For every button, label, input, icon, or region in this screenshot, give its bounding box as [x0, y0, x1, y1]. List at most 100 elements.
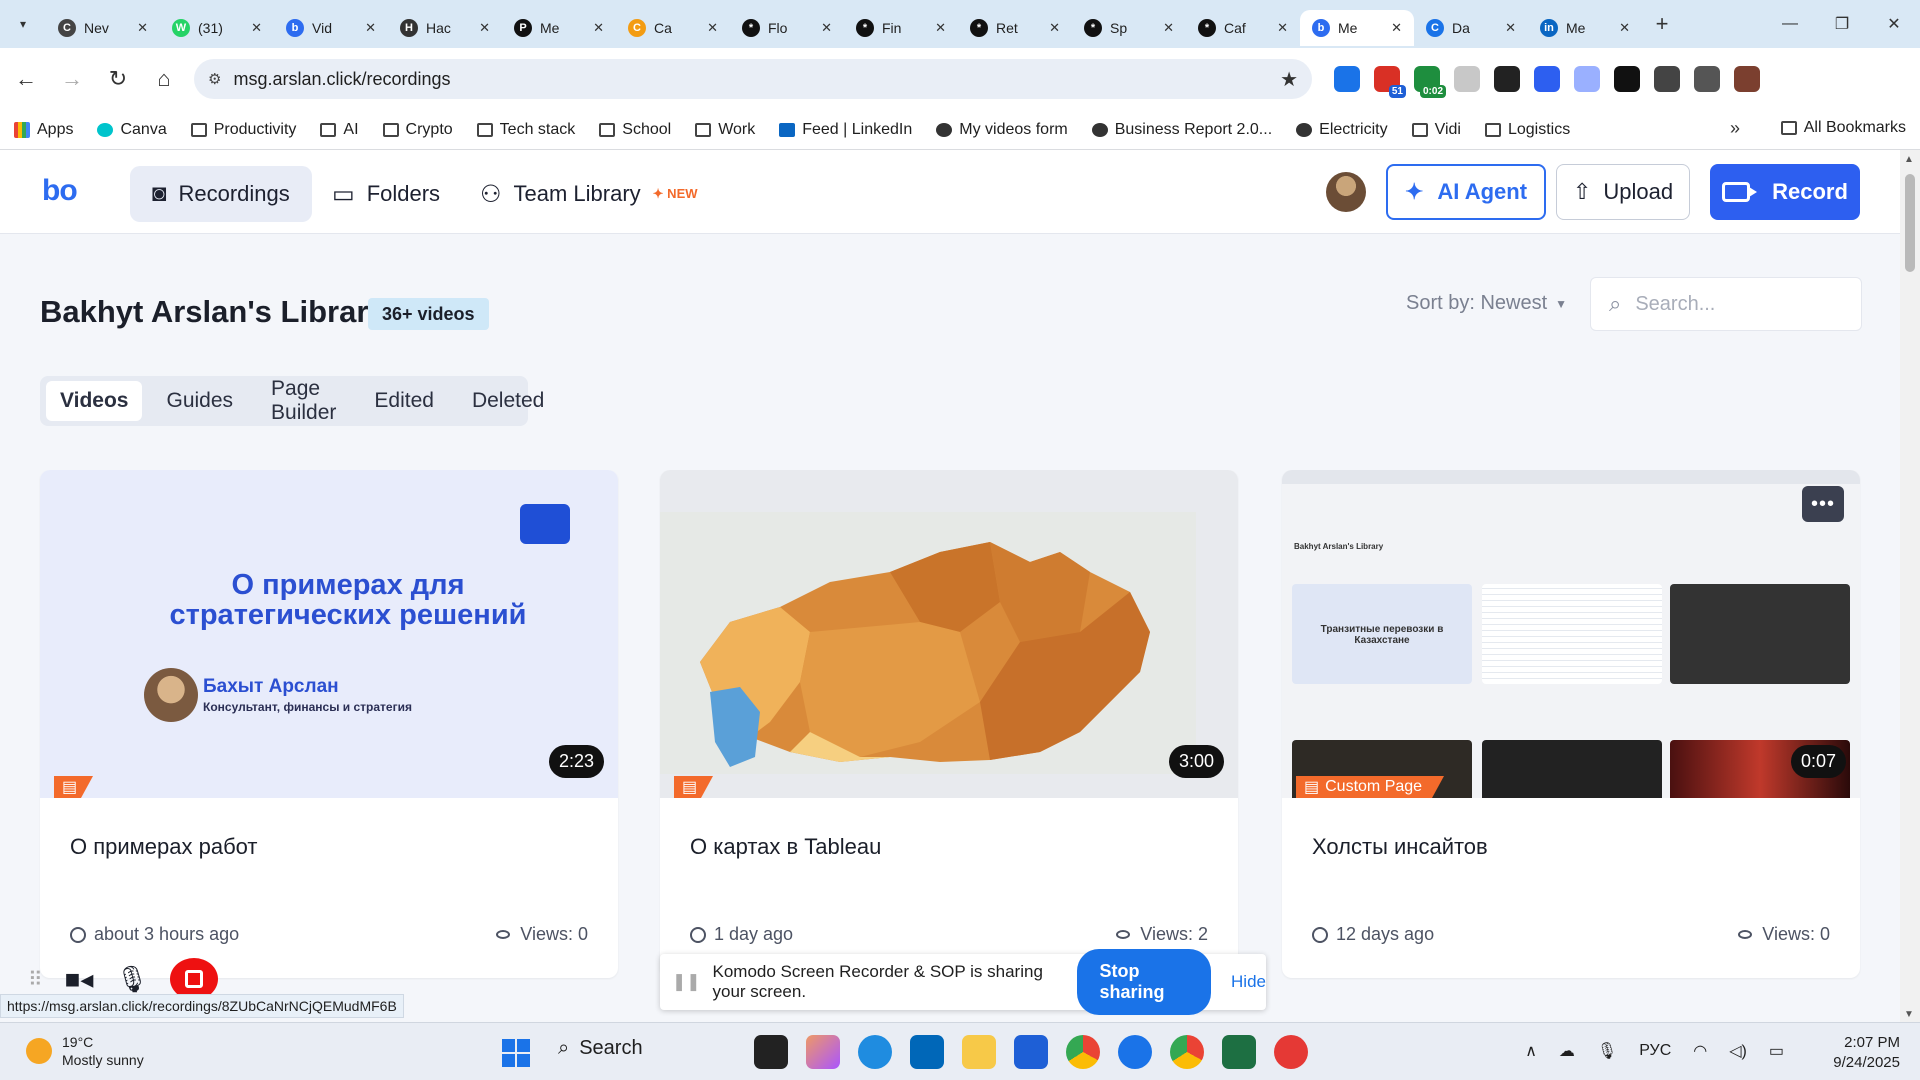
video-title[interactable]: О картах в Tableau: [690, 834, 881, 860]
bookmark-item[interactable]: Logistics: [1484, 121, 1570, 139]
more-options-button[interactable]: •••: [1802, 486, 1844, 522]
address-url[interactable]: msg.arslan.click/recordings: [233, 69, 1268, 90]
forward-icon[interactable]: →: [52, 59, 92, 99]
bookmark-item[interactable]: Work: [695, 121, 755, 139]
scroll-up-icon[interactable]: ▲: [1904, 154, 1914, 165]
tab-close-icon[interactable]: ✕: [251, 20, 262, 36]
microphone-icon[interactable]: 🎙: [115, 964, 148, 995]
browser-tab[interactable]: in Me ✕: [1528, 10, 1642, 46]
microphone-icon[interactable]: 🎙: [1597, 1041, 1617, 1061]
scroll-down-icon[interactable]: ▼: [1904, 1009, 1914, 1020]
video-card[interactable]: О примерах для стратегических решений Ба…: [40, 470, 618, 978]
address-bar[interactable]: ⚙ msg.arslan.click/recordings ★: [194, 59, 1312, 99]
puzzle-icon[interactable]: [1694, 66, 1720, 92]
file-explorer-icon[interactable]: [962, 1035, 996, 1069]
tab-close-icon[interactable]: ✕: [1619, 20, 1630, 36]
taskbar-search[interactable]: ⌕ Search: [558, 1037, 643, 1060]
app-logo[interactable]: bo: [42, 174, 78, 208]
tab-close-icon[interactable]: ✕: [821, 20, 832, 36]
azure-icon[interactable]: [1014, 1035, 1048, 1069]
tab-close-icon[interactable]: ✕: [1163, 20, 1174, 36]
browser-tab[interactable]: P Me ✕: [502, 10, 616, 46]
system-clock[interactable]: 2:07 PM 9/24/2025: [1833, 1033, 1900, 1073]
stop-sharing-button[interactable]: Stop sharing: [1077, 949, 1212, 1015]
start-button[interactable]: [502, 1039, 530, 1067]
reload-icon[interactable]: ↻: [98, 59, 138, 99]
tab-close-icon[interactable]: ✕: [935, 20, 946, 36]
tab-close-icon[interactable]: ✕: [1505, 20, 1516, 36]
browser-tab[interactable]: * Fin ✕: [844, 10, 958, 46]
tab-close-icon[interactable]: ✕: [707, 20, 718, 36]
bookmark-item[interactable]: Tech stack: [476, 121, 575, 139]
scrollbar-thumb[interactable]: [1905, 174, 1915, 272]
drag-handle-icon[interactable]: ⠿: [28, 967, 43, 992]
back-icon[interactable]: ←: [6, 59, 46, 99]
library-tab-guides[interactable]: Guides: [152, 381, 247, 421]
search-input[interactable]: Search...: [1635, 293, 1715, 316]
browser-tab[interactable]: W (31) ✕: [160, 10, 274, 46]
bookmark-item[interactable]: Productivity: [190, 121, 296, 139]
video-thumbnail[interactable]: Bakhyt Arslan's Library Транзитные перев…: [1282, 470, 1860, 798]
record-button[interactable]: Record: [1710, 164, 1860, 220]
library-tab-page-builder[interactable]: Page Builder: [257, 369, 350, 433]
browser-tab[interactable]: C Nev ✕: [46, 10, 160, 46]
bookmark-item[interactable]: Feed | LinkedIn: [779, 121, 912, 139]
notes-icon[interactable]: [1454, 66, 1480, 92]
upload-button[interactable]: ⇧ Upload: [1556, 164, 1690, 220]
library-tab-edited[interactable]: Edited: [360, 381, 448, 421]
search-box[interactable]: ⌕ Search...: [1590, 277, 1862, 331]
home-icon[interactable]: ⌂: [144, 59, 184, 99]
bookmark-item[interactable]: Electricity: [1296, 121, 1388, 139]
bookmark-item[interactable]: Apps: [14, 121, 73, 139]
recorder-icon[interactable]: 0:02: [1414, 66, 1446, 98]
hide-button[interactable]: Hide: [1231, 972, 1266, 992]
video-card[interactable]: 3:00 ▤ О картах в Tableau 1 day ago View…: [660, 470, 1238, 978]
mail-icon[interactable]: 51: [1374, 66, 1406, 98]
profile-icon[interactable]: [1734, 66, 1760, 92]
chrome-icon[interactable]: [1066, 1035, 1100, 1069]
tab-close-icon[interactable]: ✕: [137, 20, 148, 36]
video-icon[interactable]: [1534, 66, 1560, 92]
edit-icon[interactable]: [1494, 66, 1520, 92]
browser-tab[interactable]: C Da ✕: [1414, 10, 1528, 46]
excel-icon[interactable]: [1222, 1035, 1256, 1069]
sort-dropdown[interactable]: Sort by: Newest ▼: [1406, 292, 1567, 315]
bookmark-item[interactable]: AI: [320, 121, 359, 139]
tray-overflow-icon[interactable]: ∧: [1525, 1041, 1537, 1061]
copilot-icon[interactable]: [806, 1035, 840, 1069]
video-title[interactable]: Холсты инсайтов: [1312, 834, 1488, 860]
browser-tab[interactable]: * Flo ✕: [730, 10, 844, 46]
nav-recordings[interactable]: ◙ Recordings: [130, 166, 312, 222]
nav-folders[interactable]: ▭ Folders: [310, 166, 462, 222]
browser-tab[interactable]: C Ca ✕: [616, 10, 730, 46]
bookmark-item[interactable]: Crypto: [382, 121, 453, 139]
volume-icon[interactable]: ◁): [1729, 1041, 1747, 1061]
1password-icon[interactable]: [1334, 66, 1360, 92]
video-title[interactable]: О примерах работ: [70, 834, 258, 860]
video-thumbnail[interactable]: О примерах для стратегических решений Ба…: [40, 470, 618, 798]
tab-close-icon[interactable]: ✕: [479, 20, 490, 36]
all-bookmarks[interactable]: All Bookmarks: [1780, 119, 1906, 137]
library-tab-videos[interactable]: Videos: [46, 381, 143, 421]
maximize-icon[interactable]: ❐: [1816, 14, 1868, 34]
video-thumbnail[interactable]: 3:00 ▤: [660, 470, 1238, 798]
nav-team-library[interactable]: ⚇ Team Library ✦ NEW: [458, 166, 720, 222]
browser-tab[interactable]: * Caf ✕: [1186, 10, 1300, 46]
tab-close-icon[interactable]: ✕: [1277, 20, 1288, 36]
video-card[interactable]: Bakhyt Arslan's Library Транзитные перев…: [1282, 470, 1860, 978]
cloud-icon[interactable]: ☁: [1559, 1041, 1575, 1061]
camera-toggle-icon[interactable]: ■◂: [65, 964, 94, 995]
wifi-icon[interactable]: ◠: [1693, 1041, 1707, 1061]
bookmark-item[interactable]: Canva: [97, 121, 167, 139]
bookmark-star-icon[interactable]: ★: [1280, 67, 1298, 92]
store-icon[interactable]: [910, 1035, 944, 1069]
bookmark-item[interactable]: Vidi: [1411, 121, 1461, 139]
site-info-icon[interactable]: ⚙: [208, 70, 221, 88]
1password-icon[interactable]: [1118, 1035, 1152, 1069]
bookmarks-overflow-icon[interactable]: »: [1730, 118, 1740, 139]
page-scrollbar[interactable]: ▲ ▼: [1900, 150, 1920, 1022]
recorder-app-icon[interactable]: [1274, 1035, 1308, 1069]
new-tab-button[interactable]: +: [1642, 11, 1682, 37]
chrome-profile-icon[interactable]: [1170, 1035, 1204, 1069]
minimize-icon[interactable]: —: [1764, 15, 1816, 33]
